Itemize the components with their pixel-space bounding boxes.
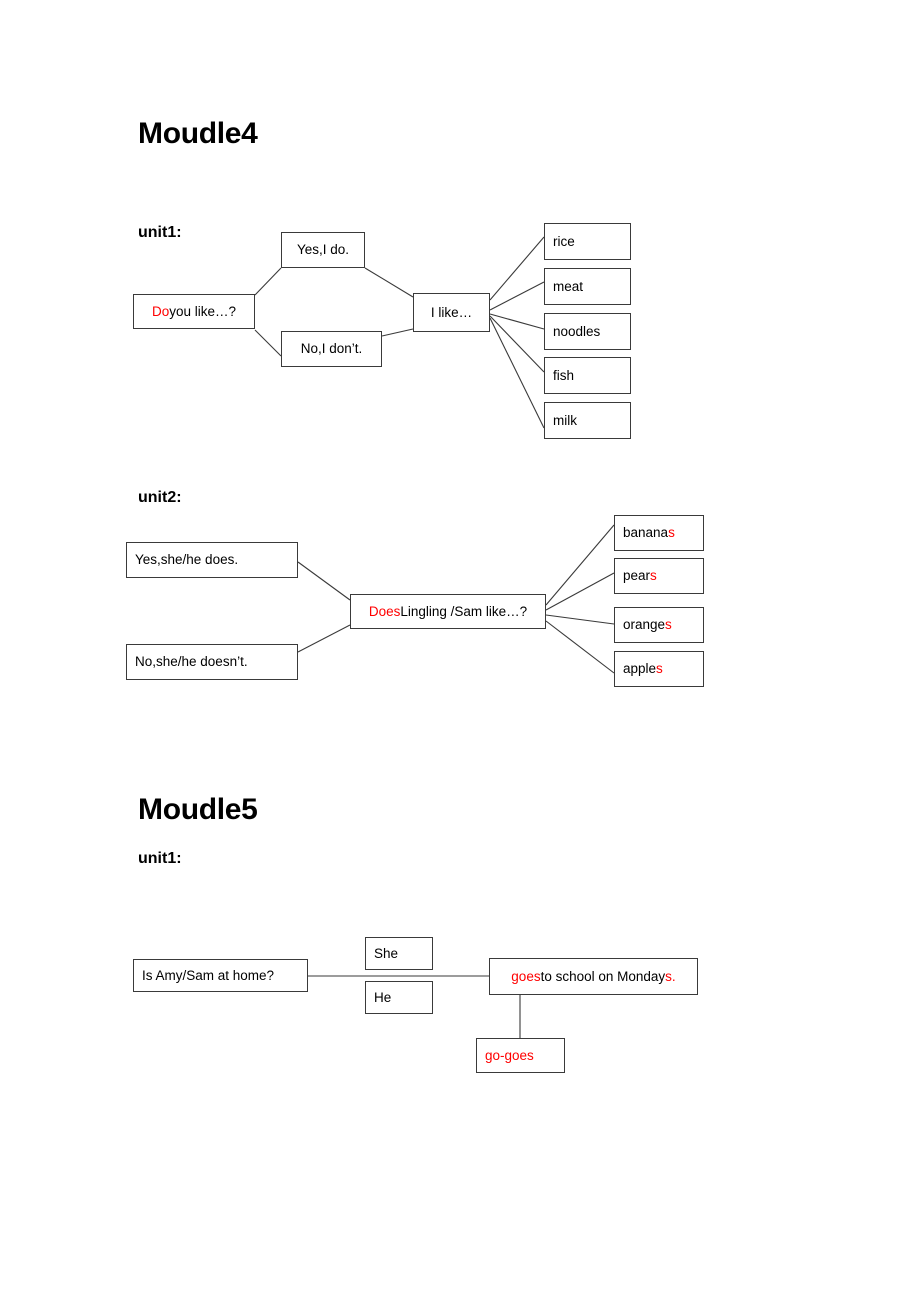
food-noodles-label: noodles <box>553 323 601 339</box>
module4-heading: Moudle4 <box>138 117 258 150</box>
node-go-goes-note: go-goes <box>476 1038 565 1073</box>
module5-heading: Moudle5 <box>138 793 258 826</box>
connector-question-to-bananas <box>545 524 615 606</box>
connector-q-to-no <box>254 329 282 357</box>
node-subject-she: She <box>365 937 433 970</box>
fruit-bananas-stem: banana <box>623 525 669 541</box>
connector-yes-to-ilike <box>364 267 414 298</box>
fruit-bananas-suffix: s <box>668 525 675 541</box>
node-no-she-he-doesnt: No,she/he doesn’t. <box>126 644 298 680</box>
module5-unit1-label: unit1: <box>138 850 182 867</box>
connector-ilike-to-rice <box>489 236 545 301</box>
node-no-i-dont: No,I don’t. <box>281 331 382 367</box>
node-subject-he: He <box>365 981 433 1014</box>
food-milk-label: milk <box>553 412 577 428</box>
connector-ilike-to-fish <box>489 315 545 373</box>
node-yes-i-do: Yes,I do. <box>281 232 365 268</box>
no-she-he-doesnt-label: No,she/he doesn’t. <box>135 654 248 670</box>
go-goes-label: go-goes <box>485 1047 534 1063</box>
food-fish-label: fish <box>553 367 575 383</box>
fruit-oranges-suffix: s <box>665 617 672 633</box>
node-does-lingling-sam-like: Does Lingling /Sam like…? <box>350 594 546 629</box>
food-meat-label: meat <box>553 278 584 294</box>
connector-q-to-yes <box>254 267 282 296</box>
node-fruit-apples: apple s <box>614 651 704 687</box>
predicate-red-suffix: s. <box>665 968 676 984</box>
fruit-apples-suffix: s <box>656 661 663 677</box>
predicate-red-verb: goes <box>511 968 541 984</box>
node-fruit-bananas: banana s <box>614 515 704 551</box>
subject-he-label: He <box>374 989 392 1005</box>
connector-yes2-to-question <box>297 561 351 601</box>
module4-unit1-label: unit1: <box>138 224 182 241</box>
do-you-like-black-part: you like…? <box>169 303 237 319</box>
connector-no-to-ilike <box>381 328 414 337</box>
fruit-pears-stem: pear <box>623 568 651 584</box>
do-you-like-red-part: Do <box>151 303 170 319</box>
is-amy-sam-at-home-label: Is Amy/Sam at home? <box>142 967 275 983</box>
node-fruit-pears: pear s <box>614 558 704 594</box>
subject-she-label: She <box>374 945 399 961</box>
predicate-black-middle: to school on Monday <box>540 968 666 984</box>
does-black-part: Lingling /Sam like…? <box>400 603 528 619</box>
connector-question-to-apples <box>545 620 615 674</box>
node-food-milk: milk <box>544 402 631 439</box>
node-fruit-oranges: orange s <box>614 607 704 643</box>
node-is-amy-sam-at-home: Is Amy/Sam at home? <box>133 959 308 992</box>
no-i-dont-label: No,I don’t. <box>300 341 363 357</box>
fruit-pears-suffix: s <box>650 568 657 584</box>
node-food-meat: meat <box>544 268 631 305</box>
worksheet-page: Moudle4 unit1: Do you like…? Yes,I do. N… <box>0 0 920 1302</box>
module4-unit2-label: unit2: <box>138 489 182 506</box>
yes-she-he-does-label: Yes,she/he does. <box>135 552 239 568</box>
fruit-oranges-stem: orange <box>623 617 666 633</box>
food-rice-label: rice <box>553 233 575 249</box>
node-food-fish: fish <box>544 357 631 394</box>
yes-i-do-label: Yes,I do. <box>296 242 350 258</box>
node-yes-she-he-does: Yes,she/he does. <box>126 542 298 578</box>
connector-question-to-oranges <box>545 614 615 625</box>
fruit-apples-stem: apple <box>623 661 657 677</box>
node-food-rice: rice <box>544 223 631 260</box>
node-do-you-like: Do you like…? <box>133 294 255 329</box>
connector-ilike-to-noodles <box>489 313 545 330</box>
node-food-noodles: noodles <box>544 313 631 350</box>
connector-question-to-pears <box>545 572 615 611</box>
i-like-label: I like… <box>430 304 473 320</box>
connector-ilike-to-milk <box>489 317 545 429</box>
node-i-like: I like… <box>413 293 490 332</box>
node-goes-to-school-on-mondays: goes to school on Monday s. <box>489 958 698 995</box>
connector-no2-to-question <box>297 624 351 653</box>
does-red-part: Does <box>368 603 401 619</box>
connector-ilike-to-meat <box>489 281 545 311</box>
